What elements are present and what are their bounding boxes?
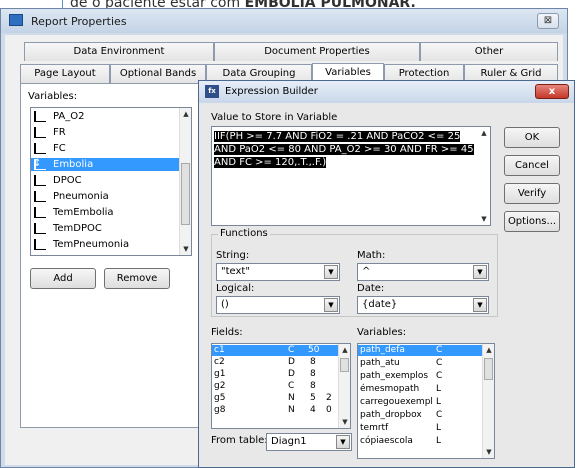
table-row[interactable]: g8 N 4 0 [212, 405, 338, 416]
list-item[interactable]: TemPneumonia [31, 238, 179, 251]
builder-variables-list[interactable]: path_defa C path_atu C path_exemplos C émes… [357, 343, 495, 459]
scroll-thumb[interactable] [484, 358, 493, 380]
tab-optional-bands[interactable]: Optional Bands [110, 64, 206, 83]
fields-list[interactable]: c1 C 50 c2 D 8 g1 D 8 g2 C 8 g5 N 5 2 g8 N 4 0 ▲ ▼ [211, 343, 351, 429]
list-item[interactable]: émesmopath L [358, 384, 482, 395]
move-arrows-icon[interactable]: ↕ [33, 157, 41, 170]
list-item[interactable]: TemDPOC [31, 222, 179, 235]
ok-button[interactable]: OK [504, 127, 560, 148]
verify-button[interactable]: Verify [504, 183, 560, 204]
tab-other[interactable]: Other [420, 42, 558, 61]
scroll-down-icon[interactable]: ▼ [478, 213, 490, 225]
scroll-down-icon[interactable]: ▼ [180, 243, 191, 255]
chevron-down-icon[interactable]: ▼ [473, 265, 487, 279]
math-select[interactable]: ^ ▼ [357, 263, 489, 281]
list-item[interactable]: DPOC [31, 174, 179, 187]
list-item[interactable]: temrtf L [358, 423, 482, 434]
list-item[interactable]: path_defa C [358, 345, 482, 356]
close-button[interactable]: ⊠ [537, 13, 559, 29]
list-item[interactable]: path_atu C [358, 358, 482, 369]
table-row[interactable]: c1 C 50 [212, 345, 338, 356]
scroll-up-icon[interactable]: ▲ [478, 127, 490, 139]
chevron-down-icon[interactable]: ▼ [473, 298, 487, 312]
cancel-button[interactable]: Cancel [504, 155, 560, 176]
report-icon [9, 14, 23, 26]
list-item[interactable]: path_dropbox C [358, 410, 482, 421]
tab-data-environment[interactable]: Data Environment [24, 42, 214, 61]
table-row[interactable]: g5 N 5 2 [212, 393, 338, 404]
list-item[interactable]: FR [31, 126, 179, 139]
scroll-thumb[interactable] [181, 163, 190, 225]
table-row[interactable]: g1 D 8 [212, 369, 338, 380]
builder-variables-scrollbar[interactable]: ▲ ▼ [482, 344, 494, 458]
tab-document-properties[interactable]: Document Properties [214, 42, 420, 61]
close-button[interactable]: x [535, 84, 569, 99]
fields-list-scrollbar[interactable]: ▲ ▼ [338, 344, 350, 428]
variables-list-label: Variables: [357, 327, 407, 338]
scroll-up-icon[interactable]: ▲ [483, 344, 494, 356]
report-properties-titlebar[interactable]: Report Properties ⊠ [1, 9, 567, 33]
functions-label: Functions [218, 228, 270, 239]
add-button[interactable]: Add [30, 268, 96, 289]
string-select[interactable]: "text" ▼ [216, 263, 340, 281]
string-label: String: [216, 250, 250, 261]
list-item-selected[interactable]: ↕ Embolia [31, 158, 179, 171]
table-row[interactable]: g2 C 8 [212, 381, 338, 392]
list-item[interactable]: Pneumonia [31, 190, 179, 203]
from-table-label: From table: [211, 435, 268, 446]
list-item[interactable]: TemEmbolia [31, 206, 179, 219]
date-select[interactable]: {date} ▼ [357, 296, 489, 314]
expression-builder-title: Expression Builder [225, 86, 318, 97]
scroll-up-icon[interactable]: ▲ [180, 108, 191, 120]
value-to-store-label: Value to Store in Variable [211, 112, 338, 123]
table-row[interactable]: c2 D 8 [212, 357, 338, 368]
scroll-down-icon[interactable]: ▼ [483, 446, 494, 458]
expression-textarea[interactable]: IIF(PH >= 7.7 AND FiO2 = .21 AND PaCO2 <… [211, 126, 491, 226]
scroll-thumb[interactable] [340, 358, 349, 372]
math-label: Math: [357, 250, 386, 261]
list-item[interactable]: FC [31, 142, 179, 155]
list-item[interactable]: path_exemplos C [358, 371, 482, 382]
chevron-down-icon[interactable]: ▼ [336, 435, 350, 449]
variables-list-scrollbar[interactable]: ▲ ▼ [179, 108, 191, 255]
chevron-down-icon[interactable]: ▼ [324, 298, 338, 312]
options-button[interactable]: Options... [504, 211, 560, 232]
expression-builder-dialog: fx Expression Builder x Value to Store i… [198, 80, 575, 468]
expression-builder-titlebar[interactable]: fx Expression Builder x [199, 81, 574, 103]
remove-button[interactable]: Remove [104, 268, 170, 289]
list-item[interactable]: PA_O2 [31, 110, 179, 123]
variables-list[interactable]: PA_O2 FR FC ↕ Embolia DPOC Pneumonia TemE… [30, 107, 192, 256]
fields-label: Fields: [211, 327, 243, 338]
builder-icon: fx [205, 85, 219, 98]
logical-select[interactable]: () ▼ [216, 296, 340, 314]
expression-scrollbar[interactable]: ▲ ▼ [478, 127, 490, 225]
date-label: Date: [357, 283, 385, 294]
tab-page-layout[interactable]: Page Layout [20, 64, 110, 83]
list-item[interactable]: cópiaescola L [358, 436, 482, 447]
scroll-up-icon[interactable]: ▲ [339, 344, 350, 356]
list-item[interactable]: carregouexempl L [358, 397, 482, 408]
scroll-down-icon[interactable]: ▼ [339, 416, 350, 428]
expression-text: IIF(PH >= 7.7 AND FiO2 = .21 AND PaCO2 <… [214, 131, 474, 168]
report-properties-title: Report Properties [31, 15, 127, 28]
variables-label: Variables: [28, 91, 78, 102]
logical-label: Logical: [216, 283, 255, 294]
chevron-down-icon[interactable]: ▼ [324, 265, 338, 279]
from-table-select[interactable]: Diagn1 ▼ [266, 433, 352, 451]
